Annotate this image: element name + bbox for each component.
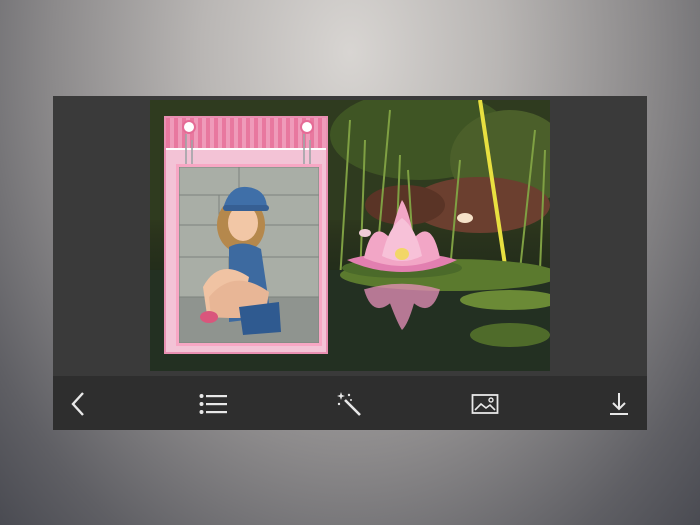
editor-panel: [53, 96, 647, 430]
magic-wand-icon: [337, 392, 361, 416]
image-icon: [471, 394, 499, 414]
child-photo[interactable]: [176, 164, 322, 346]
child-photo-image: [179, 167, 319, 343]
photo-canvas[interactable]: [150, 100, 550, 371]
bottom-toolbar: [53, 376, 647, 430]
list-icon: [199, 394, 227, 414]
effects-button[interactable]: [329, 384, 369, 424]
back-chevron-icon: [71, 392, 84, 416]
gallery-button[interactable]: [465, 384, 505, 424]
download-icon: [610, 393, 628, 415]
download-button[interactable]: [599, 384, 639, 424]
frames-list-button[interactable]: [193, 384, 233, 424]
photo-frame[interactable]: [164, 116, 328, 354]
back-button[interactable]: [59, 384, 99, 424]
